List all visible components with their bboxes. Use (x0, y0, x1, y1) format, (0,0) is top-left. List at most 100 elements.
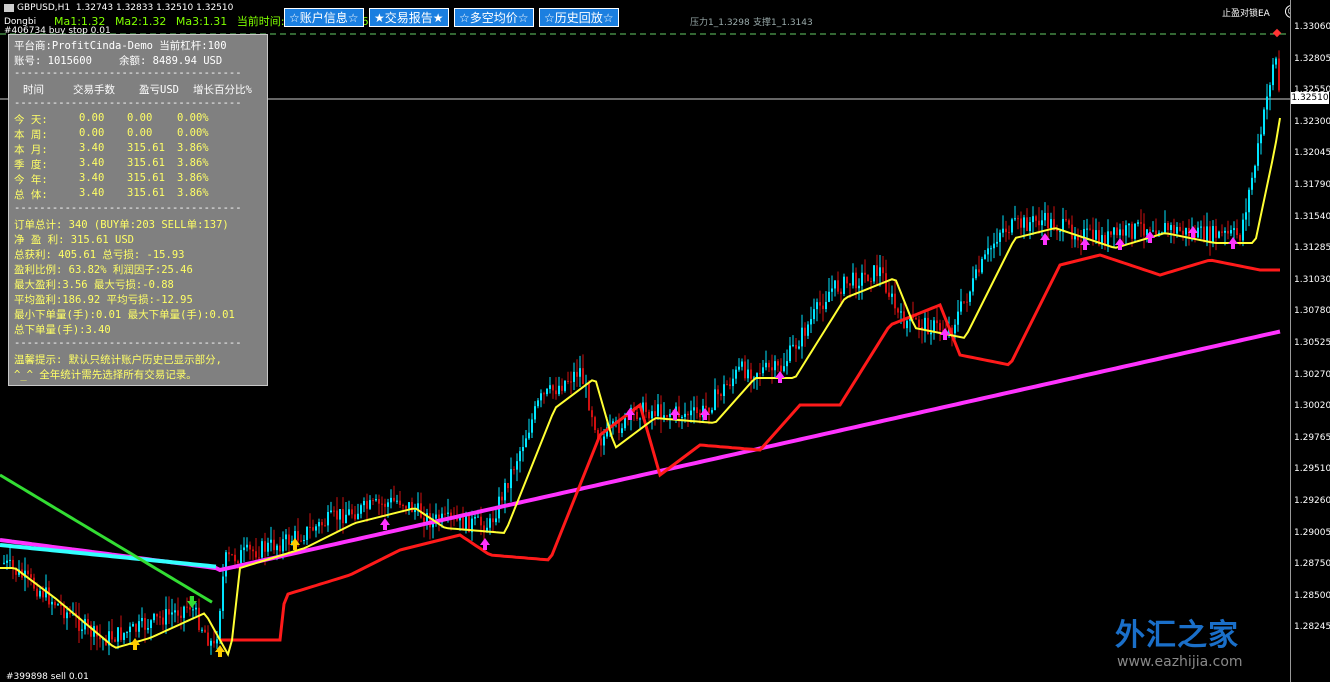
separator: ------------------------------------ (14, 337, 242, 349)
history-replay-button[interactable]: ☆历史回放☆ (539, 8, 619, 27)
candle (591, 410, 593, 418)
candle (492, 518, 494, 523)
candle (741, 361, 743, 367)
candle (12, 559, 14, 569)
candle (1035, 216, 1037, 221)
arrow-up-icon (775, 371, 785, 383)
candle (1086, 228, 1088, 230)
candle (138, 621, 140, 632)
candle (1092, 229, 1094, 240)
candle (861, 272, 863, 286)
candle (1029, 222, 1031, 232)
candle (378, 499, 380, 504)
price-tick: 1.31285 (1294, 243, 1330, 254)
stats-cell-pct: 3.86% (177, 172, 209, 184)
ma-mid-line (220, 253, 1280, 642)
candle (1116, 227, 1118, 236)
candle (657, 404, 659, 416)
trade-report-button[interactable]: ★交易报告★ (369, 8, 449, 27)
tip-line-1: 温馨提示: 默认只统计账户历史已显示部分, (14, 354, 222, 366)
price-tick: 1.31790 (1294, 180, 1330, 190)
candle (1200, 226, 1202, 228)
candle (1266, 96, 1268, 110)
candle (1278, 58, 1280, 91)
account-info-button[interactable]: ☆账户信息☆ (284, 8, 364, 27)
candle (171, 612, 173, 615)
avg-profit-loss: 平均盈利:186.92 平均亏损:-12.95 (14, 294, 193, 306)
price-tick: 1.30270 (1294, 369, 1330, 380)
candle (690, 410, 692, 416)
candle (747, 369, 749, 379)
candle (837, 280, 839, 292)
candle (477, 516, 479, 518)
stats-cell-period: 总 体: (14, 189, 48, 201)
candle (1071, 224, 1073, 240)
candle (315, 526, 317, 531)
candle (540, 393, 542, 401)
candle (1107, 231, 1109, 246)
candle (210, 640, 212, 646)
candle (228, 552, 230, 555)
candle (258, 557, 260, 559)
candle (474, 516, 476, 519)
candle (1062, 218, 1064, 232)
candle (66, 612, 68, 619)
ma-cyan-line (0, 543, 217, 569)
candle (327, 512, 329, 526)
candle (549, 385, 551, 389)
candle (852, 272, 854, 286)
candle (405, 506, 407, 509)
candle (897, 308, 899, 313)
price-tick: 1.29005 (1294, 527, 1330, 538)
candle (1170, 225, 1172, 231)
candle (888, 292, 890, 297)
candle (1134, 223, 1136, 239)
candle (384, 503, 386, 507)
long-short-avg-button[interactable]: ☆多空均价☆ (454, 8, 534, 27)
candle (1128, 223, 1130, 226)
candle (894, 293, 896, 309)
candle (1245, 212, 1247, 220)
candle (813, 309, 815, 320)
candle (462, 515, 464, 530)
candle (576, 371, 578, 377)
candle (819, 302, 821, 306)
candle (795, 344, 797, 349)
stats-cell-period: 季 度: (14, 159, 48, 171)
candle (927, 317, 929, 335)
candle (48, 587, 50, 605)
candle (186, 606, 188, 608)
candle (1251, 177, 1253, 190)
price-tick: 1.31030 (1294, 274, 1330, 285)
candle (744, 361, 746, 379)
candle (1227, 230, 1229, 234)
ma2-value: Ma2:1.32 (114, 15, 167, 28)
candle (999, 232, 1001, 242)
stats-cell-pnl: 315.61 (127, 172, 165, 184)
candle (723, 384, 725, 396)
stats-cell-pct: 3.86% (177, 187, 209, 199)
candle (153, 613, 155, 621)
candle (738, 366, 740, 370)
candle (1230, 230, 1232, 234)
candle (156, 613, 158, 617)
candle (1224, 230, 1226, 233)
candle (246, 544, 248, 548)
candle (414, 509, 416, 513)
candle (321, 522, 323, 526)
candle (1209, 226, 1211, 243)
candle (786, 361, 788, 367)
stats-cell-pnl: 315.61 (127, 187, 165, 199)
candle (831, 288, 833, 292)
candle (1152, 230, 1154, 232)
watermark-title: 外汇之家 (1115, 618, 1239, 653)
candle (129, 626, 131, 633)
arrow-up-icon (1228, 237, 1238, 249)
candle (660, 404, 662, 420)
candle (522, 447, 524, 452)
candle (42, 590, 44, 598)
candle (864, 272, 866, 275)
candle (756, 373, 758, 378)
candle (1038, 220, 1040, 226)
candle (54, 601, 56, 606)
